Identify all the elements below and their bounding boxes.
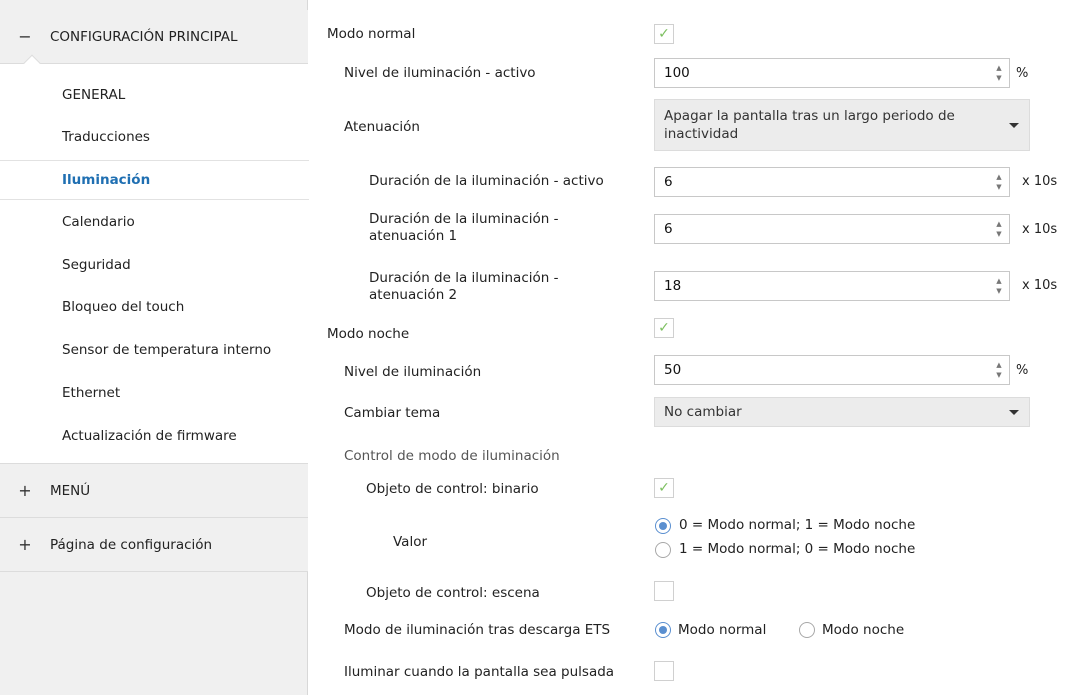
select-value: Apagar la pantalla tras un largo periodo… (664, 108, 955, 142)
sidebar-item-label: Iluminación (62, 172, 151, 188)
modo-noche-label: Modo noche (327, 326, 410, 342)
cambiar-tema-select[interactable]: No cambiar (654, 397, 1030, 427)
unit-percent: % (1016, 363, 1029, 378)
chevron-down-icon (1009, 123, 1019, 128)
nivel-input[interactable]: 50 ▲ ▼ (654, 355, 1010, 385)
valor-label: Valor (393, 534, 428, 550)
atenuacion-label: Atenuación (344, 119, 420, 135)
check-icon: ✓ (658, 26, 670, 42)
nivel-activo-label: Nivel de iluminación - activo (344, 65, 536, 81)
check-icon: ✓ (658, 320, 670, 336)
field-value: 6 (664, 221, 673, 237)
field-value: 100 (664, 65, 690, 81)
valor-radio-2[interactable] (655, 542, 671, 558)
sidebar-section-label: CONFIGURACIÓN PRINCIPAL (50, 28, 238, 45)
sidebar-item-iluminacion[interactable]: Iluminación (0, 160, 310, 200)
collapse-icon: − (18, 27, 32, 46)
spinner-icon[interactable]: ▲ ▼ (995, 172, 1003, 192)
modo-normal-label: Modo normal (327, 26, 416, 42)
spinner-icon[interactable]: ▲ ▼ (995, 360, 1003, 380)
field-value: 6 (664, 174, 673, 190)
unit-x10s: x 10s (1022, 222, 1058, 237)
dur-activo-input[interactable]: 6 ▲ ▼ (654, 167, 1010, 197)
dur-aten2-input[interactable]: 18 ▲ ▼ (654, 271, 1010, 301)
sidebar-section-menu[interactable]: + MENÚ (0, 464, 308, 518)
modo-radio-normal[interactable] (655, 622, 671, 638)
dur-aten2-label: Duración de la iluminación - atenuación … (369, 270, 559, 303)
check-icon: ✓ (658, 480, 670, 496)
obj-binario-checkbox[interactable]: ✓ (654, 478, 674, 498)
sidebar-item-sensor[interactable]: Sensor de temperatura interno (62, 342, 271, 358)
main-panel: Modo normal ✓ Nivel de iluminación - act… (309, 0, 1065, 695)
valor-option-1: 0 = Modo normal; 1 = Modo noche (679, 517, 916, 533)
sidebar: − CONFIGURACIÓN PRINCIPAL GENERAL Traduc… (0, 0, 310, 695)
sidebar-item-bloqueo[interactable]: Bloqueo del touch (62, 299, 184, 315)
spinner-icon[interactable]: ▲ ▼ (995, 63, 1003, 83)
field-value: 18 (664, 278, 682, 294)
dur-aten1-label: Duración de la iluminación - atenuación … (369, 211, 559, 244)
nivel-label: Nivel de iluminación (344, 364, 482, 380)
unit-x10s: x 10s (1022, 278, 1058, 293)
cambiar-tema-label: Cambiar tema (344, 405, 441, 421)
sidebar-item-calendario[interactable]: Calendario (62, 214, 135, 230)
control-modo-heading: Control de modo de iluminación (344, 448, 560, 464)
field-value: 50 (664, 362, 682, 378)
chevron-down-icon (1009, 410, 1019, 415)
obj-escena-label: Objeto de control: escena (366, 585, 540, 601)
valor-radio-1[interactable] (655, 518, 671, 534)
unit-x10s: x 10s (1022, 174, 1058, 189)
sidebar-subitems (0, 54, 308, 464)
sidebar-item-general[interactable]: GENERAL (62, 87, 125, 103)
obj-binario-label: Objeto de control: binario (366, 481, 539, 497)
iluminar-pulsada-label: Iluminar cuando la pantalla sea pulsada (344, 664, 615, 680)
sidebar-item-traducciones[interactable]: Traducciones (62, 129, 150, 145)
select-value: No cambiar (664, 404, 742, 420)
modo-normal-checkbox[interactable]: ✓ (654, 24, 674, 44)
sidebar-section-pagina[interactable]: + Página de configuración (0, 518, 308, 572)
spinner-icon[interactable]: ▲ ▼ (995, 276, 1003, 296)
modo-noche-checkbox[interactable]: ✓ (654, 318, 674, 338)
unit-percent: % (1016, 66, 1029, 81)
modo-radio-noche[interactable] (799, 622, 815, 638)
iluminar-pulsada-checkbox[interactable] (654, 661, 674, 681)
modo-option-noche: Modo noche (822, 622, 905, 638)
sidebar-section-configuracion[interactable]: − CONFIGURACIÓN PRINCIPAL (0, 10, 308, 64)
sidebar-section-label: Página de configuración (50, 536, 213, 553)
modo-tras-descarga-label: Modo de iluminación tras descarga ETS (344, 622, 611, 638)
dur-aten1-input[interactable]: 6 ▲ ▼ (654, 214, 1010, 244)
modo-option-normal: Modo normal (678, 622, 767, 638)
sidebar-item-ethernet[interactable]: Ethernet (62, 385, 120, 401)
valor-option-2: 1 = Modo normal; 0 = Modo noche (679, 541, 916, 557)
sidebar-item-firmware[interactable]: Actualización de firmware (62, 428, 237, 444)
expand-icon: + (18, 535, 32, 554)
expand-icon: + (18, 481, 32, 500)
sidebar-section-label: MENÚ (50, 482, 91, 499)
spinner-icon[interactable]: ▲ ▼ (995, 219, 1003, 239)
atenuacion-select[interactable]: Apagar la pantalla tras un largo periodo… (654, 99, 1030, 151)
dur-activo-label: Duración de la iluminación - activo (369, 173, 604, 189)
obj-escena-checkbox[interactable] (654, 581, 674, 601)
nivel-activo-input[interactable]: 100 ▲ ▼ (654, 58, 1010, 88)
sidebar-item-seguridad[interactable]: Seguridad (62, 257, 131, 273)
